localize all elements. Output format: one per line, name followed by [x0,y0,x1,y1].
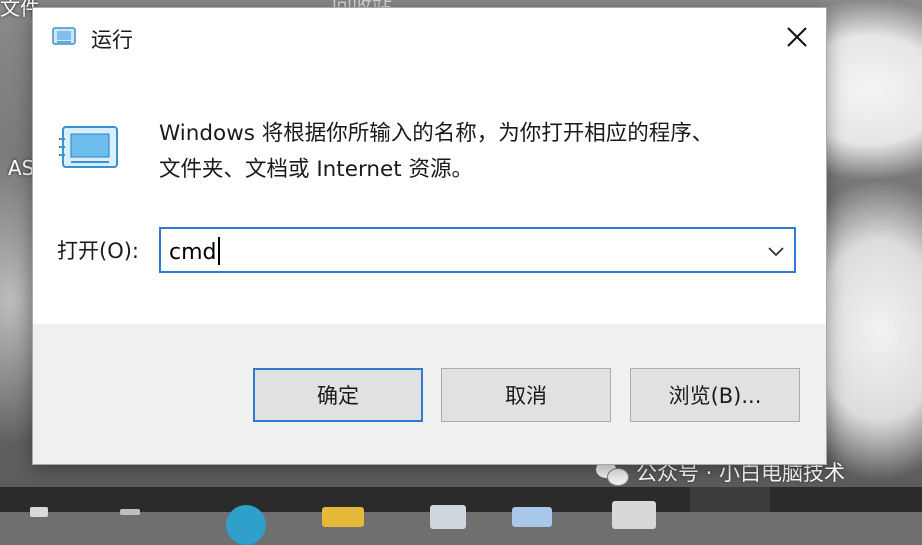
edge-browser-icon[interactable] [226,505,266,545]
search-icon[interactable] [120,509,140,515]
window-title: 运行 [91,28,133,52]
app-icon[interactable] [512,507,552,527]
browse-button[interactable]: 浏览(B)... [630,368,800,422]
cancel-button[interactable]: 取消 [441,368,611,422]
text-caret [217,237,220,265]
desktop-icon-label[interactable]: AS [8,156,34,180]
open-input[interactable]: cmd [169,237,220,265]
start-icon[interactable] [30,507,48,517]
description-text: Windows 将根据你所输入的名称，为你打开相应的程序、 文件夹、文档或 In… [159,116,799,188]
ok-button[interactable]: 确定 [253,368,423,422]
run-dialog: 运行 Windows 将根据你所输入的名称，为你打开相应的程序、 文件夹、文档或… [32,7,827,465]
run-app-icon [52,27,76,45]
taskbar [0,487,922,545]
app-icon[interactable] [612,501,656,529]
taskbar-active-slot[interactable] [690,487,770,512]
description-line: 文件夹、文档或 Internet 资源。 [159,157,474,182]
open-label: 打开(O): [57,239,139,263]
close-button[interactable] [768,8,826,66]
description-line: Windows 将根据你所输入的名称，为你打开相应的程序、 [159,121,714,146]
dropdown-button[interactable] [764,239,788,263]
close-icon [787,27,807,47]
run-app-large-icon [59,126,118,168]
app-icon[interactable] [430,505,466,529]
file-explorer-icon[interactable] [322,507,364,527]
open-input-value: cmd [169,240,217,265]
title-bar[interactable]: 运行 [33,8,826,68]
open-combobox[interactable]: cmd [159,227,796,273]
chevron-down-icon [768,247,784,257]
